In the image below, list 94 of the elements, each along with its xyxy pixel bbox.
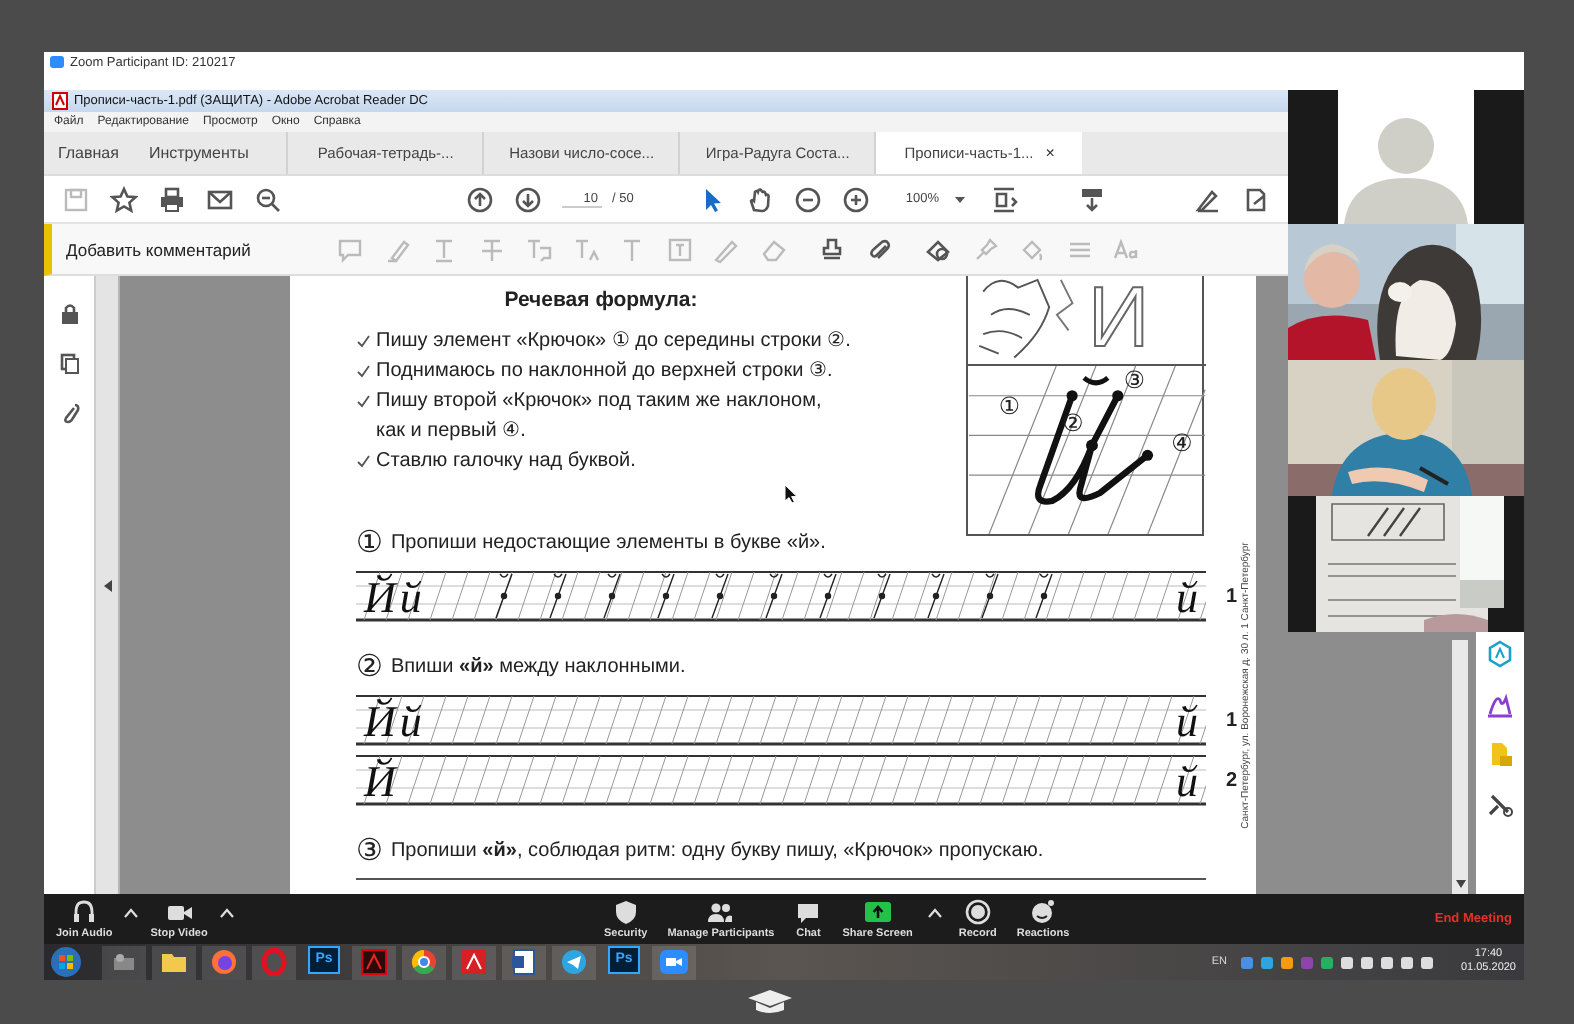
handwritten-letter: й [1176, 698, 1198, 746]
folder-icon [160, 948, 188, 976]
handwritten-letter: Й [364, 698, 396, 746]
scrollbar[interactable] [1452, 640, 1468, 894]
document-icon [510, 948, 538, 976]
exercise-instruction: Пропиши «й», соблюдая ритм: одну букву пишу, «Крючок» пропускаю. [390, 839, 1044, 861]
flag-icon[interactable] [1380, 955, 1395, 969]
start-icon[interactable] [50, 946, 82, 978]
step-text: Пишу второй «Крючок» под таким же наклоном, как и первый ④. [376, 388, 822, 446]
check-icon [356, 364, 370, 378]
zoom-out-icon[interactable] [793, 185, 822, 213]
pdf-reader-icon [360, 948, 388, 976]
taskbar-app[interactable] [402, 945, 446, 979]
paper-plane-icon [560, 948, 588, 976]
hand-icon[interactable] [745, 185, 774, 213]
exercise-number: ③ [356, 834, 383, 866]
taskbar-app[interactable] [452, 945, 496, 979]
tab[interactable]: Инструменты [134, 132, 287, 174]
star-icon[interactable] [110, 185, 138, 213]
stroke-number: ② [1062, 408, 1084, 437]
handwritten-letter: й [399, 698, 422, 746]
handwritten-letter: Й [364, 574, 396, 622]
line-number: 2 [1226, 769, 1238, 791]
caret-up-icon[interactable] [219, 908, 234, 918]
handwritten-letter: й [1176, 758, 1198, 806]
fit-page-icon[interactable] [990, 185, 1023, 213]
check-icon [356, 394, 370, 408]
tools-icon[interactable] [1486, 790, 1514, 818]
attach-icon[interactable] [865, 235, 893, 263]
exercise-number: ② [356, 650, 383, 682]
handwritten-letter: й [1176, 574, 1198, 622]
mail-icon[interactable] [206, 185, 234, 213]
comment-toolbar-title: Добавить комментарий [66, 239, 253, 259]
collapse-arrow-icon[interactable] [103, 579, 111, 591]
tab-close-button[interactable]: × [1045, 144, 1055, 162]
line-number: 1 [1226, 709, 1238, 731]
taskbar-app[interactable] [552, 945, 596, 979]
stroke-number: ① [998, 390, 1021, 419]
export-pdf-icon[interactable] [1486, 640, 1514, 668]
taskbar-app[interactable] [102, 945, 146, 979]
taskbar-app[interactable] [202, 945, 246, 979]
caret-up-icon[interactable] [124, 908, 139, 918]
caret-up-icon[interactable] [928, 908, 943, 918]
headphones-icon [70, 898, 99, 926]
search-icon[interactable] [254, 185, 282, 213]
hand-letter-drawing: И [968, 276, 1206, 366]
volume-icon[interactable] [1400, 955, 1415, 969]
media-icon [110, 948, 138, 976]
network-icon[interactable] [1360, 955, 1375, 969]
handwritten-letter: Й [364, 758, 396, 806]
arrow-up-icon[interactable] [466, 185, 494, 213]
taskbar-app[interactable] [152, 945, 196, 979]
graduation-cap-icon [746, 988, 794, 1016]
line-number: 1 [1226, 585, 1238, 607]
signal-icon[interactable] [1420, 955, 1435, 969]
stroke-number: ③ [1123, 365, 1146, 394]
exercise-instruction: Впиши «й» между наклонными. [390, 655, 686, 677]
people-icon [706, 898, 735, 926]
step-text: Поднимаюсь по наклонной до верхней строки ③. [376, 358, 833, 386]
pen-sign-icon[interactable] [1194, 185, 1223, 213]
step-text: Пишу элемент «Крючок» ① до середины строки ②. [376, 328, 851, 356]
check-icon [356, 454, 370, 468]
video-camera-icon [660, 948, 688, 976]
step-text: Ставлю галочку над буквой. [376, 448, 636, 476]
print-icon[interactable] [158, 185, 186, 213]
shield-icon [611, 898, 640, 926]
arrow-down-icon[interactable] [514, 185, 542, 213]
stroke-number: ④ [1171, 428, 1193, 457]
lock-icon[interactable] [57, 302, 81, 326]
handwritten-letter: й [399, 574, 422, 622]
check-icon [356, 334, 370, 348]
exercise-number: ① [356, 526, 383, 558]
taskbar-app[interactable] [652, 945, 696, 979]
signature-icon[interactable] [1486, 690, 1514, 718]
fox-browser-icon [210, 948, 238, 976]
pdf-icon [460, 948, 488, 976]
mouse-pointer-icon [784, 484, 798, 504]
tab[interactable]: Главная [44, 132, 135, 174]
shapes-icon[interactable] [924, 235, 952, 263]
zoom-in-icon[interactable] [841, 185, 870, 213]
section-heading: Речевая формула: [502, 288, 700, 312]
document-edit-icon[interactable] [1242, 185, 1271, 213]
round-browser-icon [410, 948, 438, 976]
scroll-down-icon[interactable] [1455, 880, 1465, 888]
pages-icon[interactable] [57, 352, 81, 376]
chat-icon [794, 898, 823, 926]
zoom-app-icon [50, 56, 64, 68]
taskbar-app[interactable] [502, 945, 546, 979]
caret-icon [954, 195, 967, 203]
exercise-instruction: Пропиши недостающие элементы в букве «й». [390, 531, 826, 553]
record-icon [963, 898, 992, 926]
stamp-icon[interactable] [818, 235, 846, 263]
ring-browser-icon [260, 948, 288, 976]
scroll-mode-icon[interactable] [1078, 185, 1107, 213]
